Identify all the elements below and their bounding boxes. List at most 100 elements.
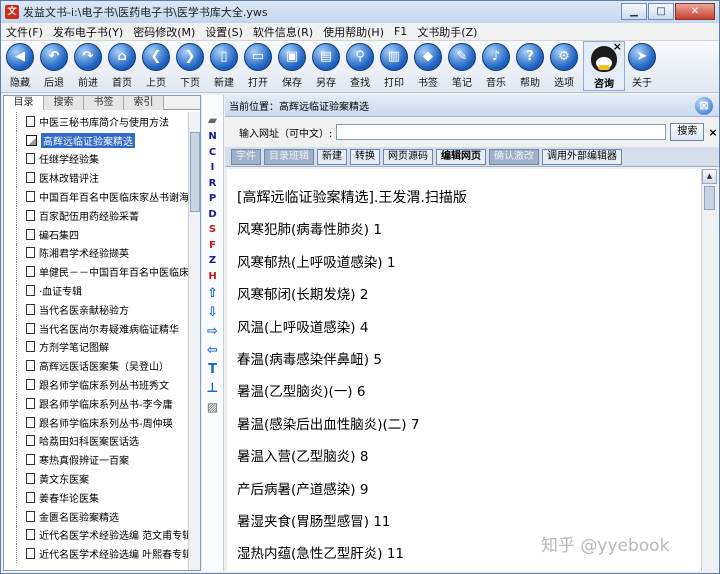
content-scrollbar[interactable]: ▲: [701, 169, 717, 571]
edit-button-3[interactable]: 新建: [317, 148, 347, 165]
content-scroll-thumb[interactable]: [704, 186, 715, 210]
search-button[interactable]: 搜索: [670, 123, 705, 141]
menu-item[interactable]: 软件信息(R): [248, 24, 318, 40]
document-icon: [26, 285, 35, 297]
nav-arrow-icon[interactable]: T: [208, 360, 217, 379]
nav-arrow-icon[interactable]: ⇧: [207, 284, 218, 303]
tree-scrollbar[interactable]: [188, 112, 200, 570]
nav-letter-r[interactable]: R: [209, 176, 217, 192]
title-bar[interactable]: 文 发益文书-i:\电子书\医药电子书\医学书库大全.yws ▁ □ ✕: [1, 1, 719, 23]
menu-item[interactable]: 设置(S): [200, 24, 248, 40]
minimize-button[interactable]: ▁: [621, 3, 647, 20]
tree-item[interactable]: 寒热真假辨证一百案: [4, 450, 188, 469]
tree-item[interactable]: 陈湘君学术经验撷英: [4, 243, 188, 263]
toolbar-button-17[interactable]: ⚙ 选项: [547, 41, 581, 91]
menu-item[interactable]: 使用帮助(H): [318, 24, 389, 40]
document-title: [高辉远临证验案精选].王发渭.扫描版: [237, 190, 467, 206]
tree-item[interactable]: 百家配伍用药经验采菁: [4, 205, 188, 225]
tree-item[interactable]: 跟名师学临床系列丛书-李今庸: [4, 393, 188, 413]
toolbar-button-15[interactable]: ♪ 音乐: [479, 41, 513, 91]
open-folder-icon[interactable]: ▰: [208, 111, 217, 129]
tree-item[interactable]: ·血证专辑: [4, 281, 188, 300]
tab-1[interactable]: 目录: [4, 96, 44, 110]
content-entry: 产后病暑(产道感染) 9: [237, 481, 369, 498]
tree-item[interactable]: 方剂学笔记图解: [4, 337, 188, 357]
maximize-button[interactable]: □: [648, 3, 674, 20]
toolbar-button-6[interactable]: ❯ 下页: [173, 41, 207, 91]
tree-item[interactable]: 哈荔田妇科医案医话选: [4, 431, 188, 451]
tree-item[interactable]: 医林改错评注: [4, 168, 188, 187]
tree-item[interactable]: 跟名师学临床系列丛书班秀文: [4, 375, 188, 394]
menu-item[interactable]: 文书助手(Z): [412, 24, 482, 40]
toolbar-button-1[interactable]: ◀ 隐藏: [3, 41, 37, 91]
tree-item[interactable]: 跟名师学临床系列丛书-周仲瑛: [4, 412, 188, 432]
menu-item[interactable]: 文件(F): [1, 24, 48, 40]
toolbar-button-4[interactable]: ⌂ 首页: [105, 41, 139, 91]
url-input[interactable]: [336, 124, 667, 140]
location-bar: 当前位置： 高辉远临证验案精选 ⊠: [225, 95, 719, 117]
scroll-up-arrow-icon[interactable]: ▲: [702, 169, 717, 184]
menu-item[interactable]: F1: [389, 25, 412, 38]
menu-item[interactable]: 密码修改(M): [128, 24, 200, 40]
nav-letter-n[interactable]: N: [208, 129, 216, 145]
nav-letter-z[interactable]: Z: [209, 253, 216, 269]
edit-button-4[interactable]: 转换: [350, 148, 380, 165]
tree-item-label: 金匮名医验案精选: [39, 512, 119, 524]
tree-item[interactable]: 单健民－－中国百年百名中医临床家: [4, 262, 188, 281]
tree-item[interactable]: 姜春华论医集: [4, 487, 188, 507]
tab-3[interactable]: 书签: [84, 96, 124, 110]
tree-item[interactable]: 当代名医尚尔寿疑难病临证精华: [4, 318, 188, 338]
tree-item[interactable]: 金匮名医验案精选: [4, 506, 188, 526]
nav-letter-d[interactable]: D: [208, 207, 216, 223]
toolbar-button-7[interactable]: ▯ 新建: [207, 41, 241, 91]
edit-button-8[interactable]: 调用外部编辑器: [542, 148, 622, 165]
nav-letter-c[interactable]: C: [209, 145, 216, 161]
toolbar-button-12[interactable]: ▥ 打印: [377, 41, 411, 91]
tree-item[interactable]: 高辉远医话医案集（吴登山）: [4, 356, 188, 375]
toolbar-button-9[interactable]: ▣ 保存: [275, 41, 309, 91]
nav-letter-h[interactable]: H: [208, 269, 216, 285]
toolbar-button-8[interactable]: ▭ 打开: [241, 41, 275, 91]
toolbar-button-11[interactable]: ⚲ 查找: [343, 41, 377, 91]
tab-2[interactable]: 搜索: [44, 96, 84, 110]
menu-item[interactable]: 发布电子书(Y): [48, 24, 128, 40]
nav-arrow-icon[interactable]: ⇦: [207, 341, 218, 360]
close-url-bar-icon[interactable]: ×: [708, 126, 717, 139]
close-button[interactable]: ✕: [675, 3, 715, 20]
recycle-bin-icon[interactable]: ▨: [207, 398, 218, 416]
tree-item[interactable]: 近代名医学术经验选编 叶熙春专辑: [4, 544, 188, 563]
tree-item[interactable]: 黄文东医案: [4, 469, 188, 488]
nav-arrow-icon[interactable]: ⊥: [207, 379, 219, 398]
nav-letter-p[interactable]: P: [209, 191, 216, 207]
toolbar-button-13[interactable]: ◆ 书签: [411, 41, 445, 91]
close-icon[interactable]: ×: [613, 40, 622, 53]
window-controls: ▁ □ ✕: [620, 3, 715, 20]
tree-item[interactable]: 中医三秘书库简介与使用方法: [4, 112, 188, 131]
nav-arrow-icon[interactable]: ⇨: [207, 322, 218, 341]
nav-letter-f[interactable]: F: [209, 238, 216, 254]
tree-item[interactable]: 碥石集四: [4, 224, 188, 244]
nav-letter-i[interactable]: I: [211, 160, 215, 176]
tree-item[interactable]: 当代名医亲献秘验方: [4, 299, 188, 319]
document-icon: [26, 303, 35, 315]
tab-4[interactable]: 索引: [124, 96, 164, 110]
nav-letter-s[interactable]: S: [209, 222, 216, 238]
toolbar-button-14[interactable]: ✎ 笔记: [445, 41, 479, 91]
tree-scroll-thumb[interactable]: [190, 132, 200, 212]
toolbar-button-5[interactable]: ❮ 上页: [139, 41, 173, 91]
toolbar-button-3[interactable]: ↷ 前进: [71, 41, 105, 91]
nav-arrow-icon[interactable]: ⇩: [207, 303, 218, 322]
consult-qq-button[interactable]: 咨询 ×: [583, 40, 625, 91]
about-button[interactable]: ➤ 关于: [625, 41, 659, 91]
tree-item[interactable]: 中国百年百名中医临床家丛书谢海洲: [4, 187, 188, 206]
toolbar-button-16[interactable]: ? 帮助: [513, 41, 547, 91]
tree-item[interactable]: 高辉远临证验案精选: [4, 130, 188, 150]
edit-button-6[interactable]: 编辑网页: [436, 148, 486, 165]
tree-item[interactable]: 任继学经验集: [4, 149, 188, 169]
toolbar-button-2[interactable]: ↶ 后退: [37, 41, 71, 91]
toolbar-button-label: 打开: [248, 78, 268, 89]
tree-item[interactable]: 近代名医学术经验选编 范文甫专辑: [4, 525, 188, 545]
edit-button-5[interactable]: 网页源码: [383, 148, 433, 165]
close-document-icon[interactable]: ⊠: [695, 97, 713, 115]
toolbar-button-10[interactable]: ▤ 另存: [309, 41, 343, 91]
